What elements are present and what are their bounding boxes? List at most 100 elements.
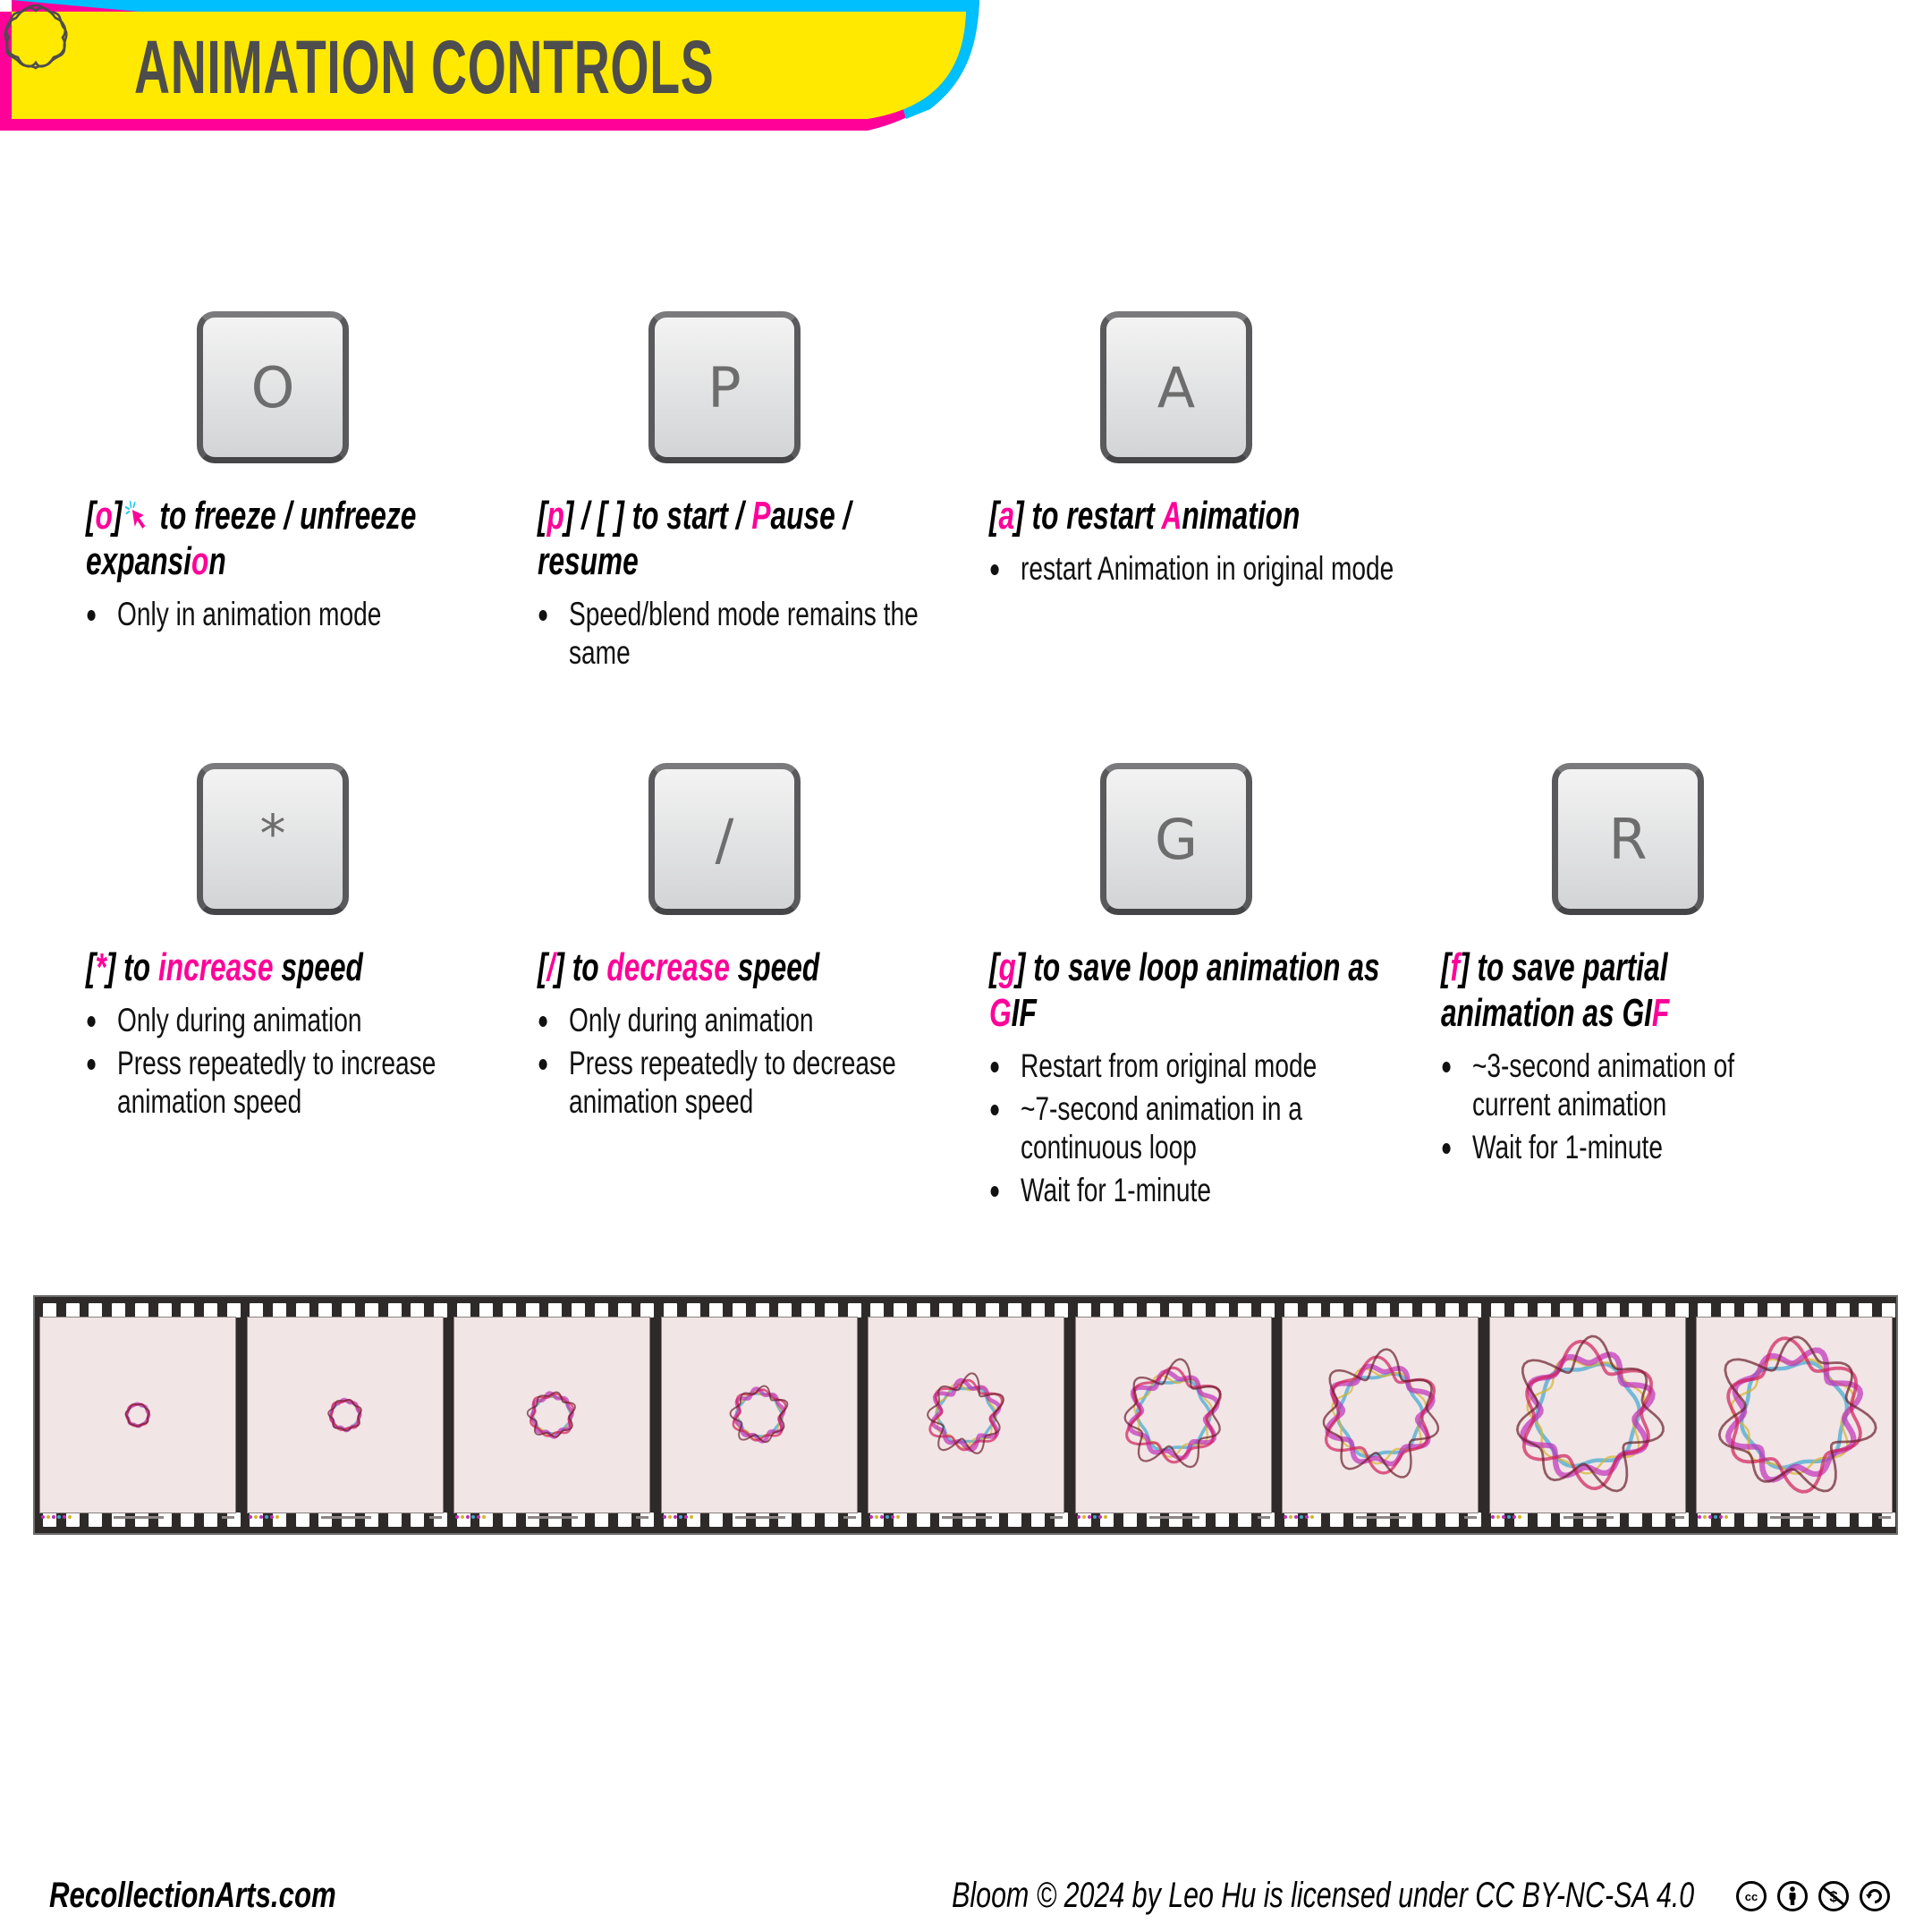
caption-color-dots: [41, 1515, 72, 1519]
highlighted-letter: f: [1450, 945, 1461, 989]
sprocket-hole: [1698, 1303, 1712, 1318]
caption-number-mark: [1878, 1516, 1891, 1519]
color-dot: [886, 1515, 889, 1519]
sprocket-hole: [778, 1303, 792, 1318]
sprocket-hole: [433, 1303, 447, 1318]
shortcut-title: [a] to restart Animation: [989, 493, 1410, 538]
sprocket-hole: [479, 1303, 494, 1318]
title-text: [: [538, 945, 547, 989]
by-attribution-icon: [1777, 1881, 1808, 1911]
shortcut-notes: Restart from original mode ~7-second anim…: [989, 1046, 1410, 1214]
sprocket-hole: [1582, 1303, 1597, 1318]
note-item: Only in animation mode: [86, 595, 506, 633]
title-text: [: [989, 494, 999, 538]
sprocket-hole: [503, 1303, 516, 1318]
shortcut-title: [*] to increase speed: [86, 945, 506, 990]
sprocket-hole: [1560, 1303, 1574, 1318]
color-dot: [248, 1515, 252, 1519]
sprocket-hole: [203, 1303, 217, 1318]
sprocket-hole: [1513, 1303, 1528, 1318]
shortcut-title: [o] to freeze / unfreeze expansion: [86, 493, 506, 584]
color-dot: [1490, 1515, 1495, 1519]
sprocket-hole: [1330, 1303, 1344, 1318]
title-text: ]: [112, 494, 123, 538]
sprocket-hole: [847, 1303, 861, 1318]
color-dot: [1305, 1515, 1309, 1519]
sprocket-hole: [1882, 1303, 1895, 1318]
caption-number-mark: [1257, 1516, 1270, 1519]
sprocket-hole: [295, 1303, 309, 1318]
keycap-label: /: [715, 806, 734, 872]
sprocket-hole: [1859, 1303, 1873, 1318]
caption-text-mark: [1563, 1516, 1614, 1519]
sprocket-hole: [939, 1303, 953, 1318]
color-dot: [1719, 1515, 1723, 1519]
note-item: Press repeatedly to increase animation s…: [86, 1044, 506, 1121]
shortcut-title: [/] to decrease speed: [538, 945, 958, 990]
highlighted-letter: /: [547, 945, 555, 989]
frame-caption: [1697, 1515, 1892, 1521]
film-frame-5: [868, 1317, 1064, 1519]
sprocket-hole: [1376, 1303, 1390, 1318]
sprocket-hole: [870, 1303, 885, 1318]
bloom-ring: [928, 1378, 1004, 1452]
title-text: [: [1441, 945, 1451, 989]
highlighted-letter: decrease: [606, 945, 730, 989]
color-dot: [1714, 1515, 1717, 1519]
note-item: Only during animation: [538, 1001, 958, 1039]
note-item: Press repeatedly to decrease animation s…: [538, 1044, 958, 1121]
sprocket-hole: [1123, 1303, 1137, 1318]
sprocket-hole: [1445, 1303, 1459, 1318]
sprocket-hole: [663, 1303, 677, 1318]
sprocket-hole: [65, 1303, 80, 1318]
title-text: ] to save partial animation as GI: [1441, 945, 1668, 1035]
shortcut-notes: Only during animation Press repeatedly to…: [538, 1001, 958, 1125]
sprocket-hole: [1468, 1303, 1482, 1318]
title-text: nimation: [1182, 494, 1301, 538]
title-text: IF: [1011, 991, 1037, 1035]
frame-caption: [1076, 1515, 1271, 1521]
sa-sharealike-icon: [1860, 1881, 1890, 1911]
sprocket-hole: [318, 1303, 333, 1318]
title-text: ] to save loop animation as: [1015, 945, 1380, 989]
highlighted-letter: *: [95, 945, 106, 989]
keycap-r: R: [1552, 763, 1704, 915]
color-dot: [1289, 1515, 1292, 1519]
sprocket-hole: [1238, 1303, 1252, 1318]
sprocket-hole: [112, 1303, 126, 1318]
frame-caption: [1283, 1515, 1478, 1521]
sprocket-hole: [1284, 1303, 1298, 1318]
color-dot: [253, 1515, 258, 1519]
color-dot: [875, 1515, 878, 1519]
sprocket-hole: [1031, 1303, 1046, 1318]
caption-text-mark: [942, 1516, 992, 1519]
sprocket-hole: [181, 1303, 195, 1318]
animation-filmstrip: [33, 1295, 1898, 1535]
keycap-g: G: [1100, 763, 1252, 915]
sprocket-hole: [1812, 1303, 1826, 1318]
color-dot: [1081, 1515, 1086, 1519]
color-dot: [269, 1515, 274, 1519]
film-frame-3: [453, 1317, 650, 1519]
color-dot: [57, 1515, 61, 1519]
color-dot: [1501, 1515, 1505, 1519]
frame-caption: [40, 1515, 235, 1521]
caption-text-mark: [320, 1516, 371, 1519]
sprocket-row-top: [35, 1303, 1896, 1318]
sprocket-hole: [1721, 1303, 1735, 1318]
title-text: [: [86, 494, 96, 538]
sprocket-hole: [1169, 1303, 1183, 1318]
frame-caption: [454, 1515, 649, 1521]
caption-number-mark: [843, 1516, 856, 1519]
color-dot: [880, 1515, 884, 1519]
footer-site-link[interactable]: RecollectionArts.com: [49, 1876, 336, 1916]
shortcut-notes: ~3-second animation of current animation…: [1441, 1046, 1736, 1171]
caption-color-dots: [455, 1515, 486, 1519]
highlighted-letter: P: [751, 494, 771, 538]
sprocket-hole: [456, 1303, 470, 1318]
sprocket-hole: [1008, 1303, 1022, 1318]
frame-caption: [1490, 1515, 1685, 1521]
sprocket-hole: [1790, 1303, 1804, 1318]
sprocket-hole: [226, 1303, 241, 1318]
sprocket-hole: [342, 1303, 356, 1318]
